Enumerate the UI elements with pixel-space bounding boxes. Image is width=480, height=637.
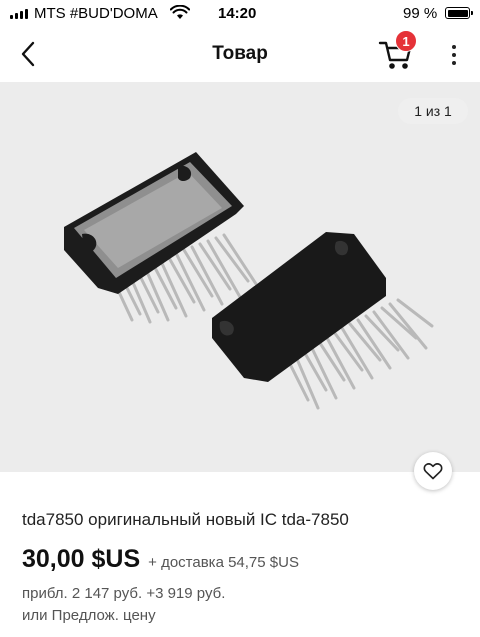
battery-icon	[445, 7, 473, 19]
shipping-cost: + доставка 54,75 $US	[148, 554, 299, 571]
status-time: 14:20	[218, 5, 257, 22]
signal-icon	[10, 8, 28, 19]
price-row: 30,00 $US + доставка 54,75 $US	[22, 545, 299, 574]
price: 30,00 $US	[22, 545, 141, 573]
more-vertical-icon	[452, 45, 456, 49]
image-counter: 1 из 1	[398, 98, 468, 124]
carrier-name: MTS #BUD'DOMA	[34, 5, 158, 22]
cart-badge: 1	[395, 30, 417, 52]
heart-icon	[423, 463, 443, 480]
watch-button[interactable]	[414, 452, 452, 490]
product-gallery[interactable]: 1 из 1	[0, 82, 480, 472]
product-image[interactable]	[0, 82, 480, 472]
make-offer-text: или Предлож. цену	[22, 607, 156, 624]
wifi-icon	[169, 4, 191, 24]
approx-price: прибл. 2 147 руб. +3 919 руб.	[22, 585, 226, 602]
status-bar: MTS #BUD'DOMA 14:20 99 %	[0, 0, 480, 28]
product-title: tda7850 оригинальный новый IC tda-7850	[22, 510, 349, 529]
more-options-button[interactable]	[444, 41, 464, 69]
battery-percent: 99 %	[403, 5, 438, 22]
